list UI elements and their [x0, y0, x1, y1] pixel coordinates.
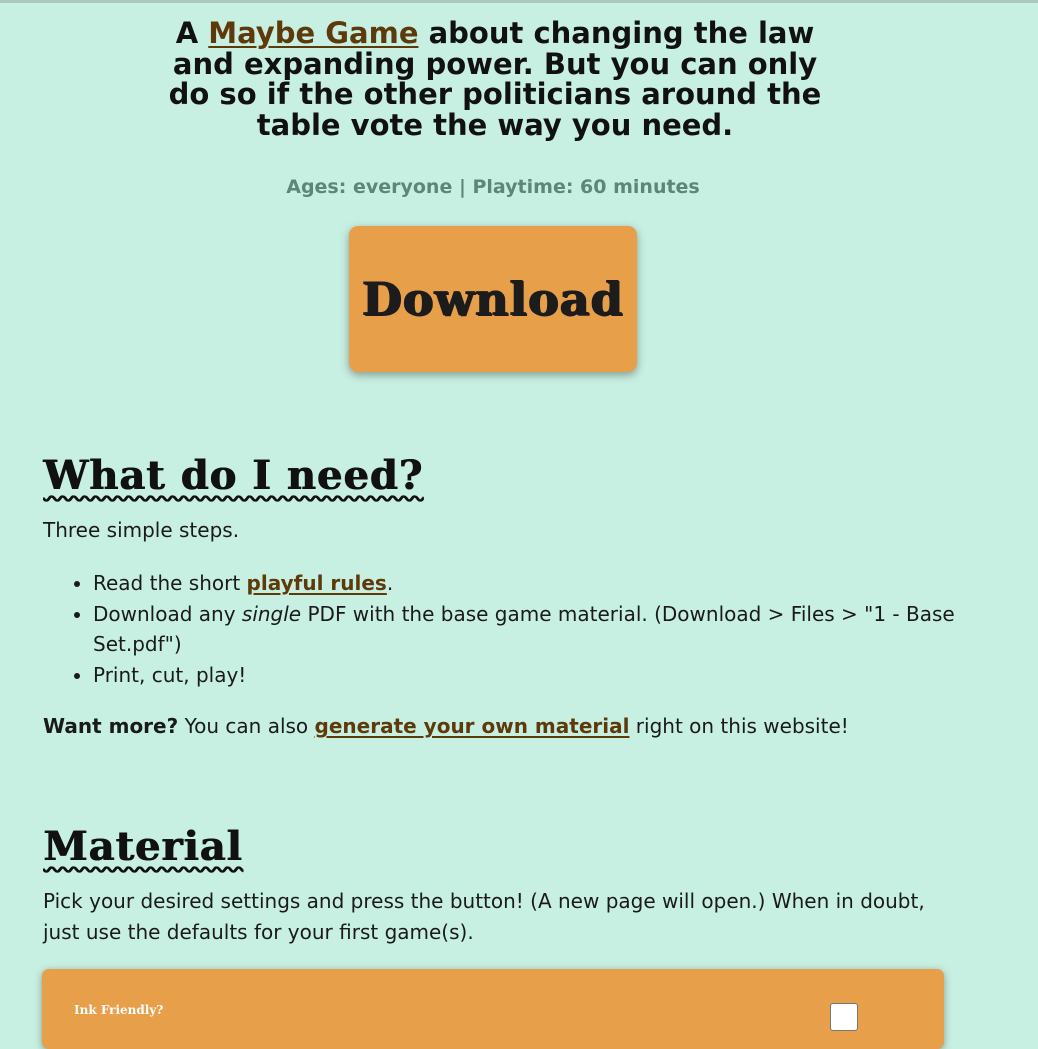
playful-rules-link[interactable]: playful rules: [247, 571, 387, 595]
hero-prefix: A: [175, 16, 209, 50]
steps-intro: Three simple steps.: [43, 518, 240, 542]
game-meta: Ages: everyone | Playtime: 60 minutes: [286, 176, 700, 198]
step-text: .: [386, 571, 394, 595]
want-more-paragraph: Want more? You can also generate your ow…: [43, 711, 963, 742]
want-more-label: Want more?: [43, 714, 179, 738]
material-description: Pick your desired settings and press the…: [43, 889, 925, 944]
material-settings-panel: Ink Friendly?: [42, 969, 944, 1049]
step-text: Read the short: [93, 571, 247, 595]
want-more-text: right on this website!: [629, 714, 849, 738]
download-button-label: Download: [362, 272, 624, 326]
hero-tagline: A Maybe Game about changing the law and …: [150, 18, 840, 140]
want-more-text: You can also: [178, 714, 315, 738]
maybe-game-link[interactable]: Maybe Game: [208, 16, 418, 50]
list-item: Download any single PDF with the base ga…: [93, 599, 1003, 660]
step-text: Print, cut, play!: [93, 662, 247, 687]
download-button[interactable]: Download: [349, 226, 637, 372]
section-title-what-do-i-need: What do I need?: [43, 452, 423, 499]
ink-friendly-label: Ink Friendly?: [74, 1003, 164, 1017]
generate-material-link[interactable]: generate your own material: [315, 714, 630, 738]
step-text: Download any: [93, 601, 242, 626]
top-border: [0, 0, 1038, 3]
list-item: Print, cut, play!: [93, 660, 1003, 691]
list-item: Read the short playful rules.: [93, 568, 1003, 599]
steps-list: Read the short playful rules. Download a…: [43, 568, 1003, 690]
ink-friendly-checkbox[interactable]: [830, 1003, 858, 1031]
section-title-material: Material: [43, 823, 243, 870]
step-emphasis: single: [241, 601, 302, 626]
